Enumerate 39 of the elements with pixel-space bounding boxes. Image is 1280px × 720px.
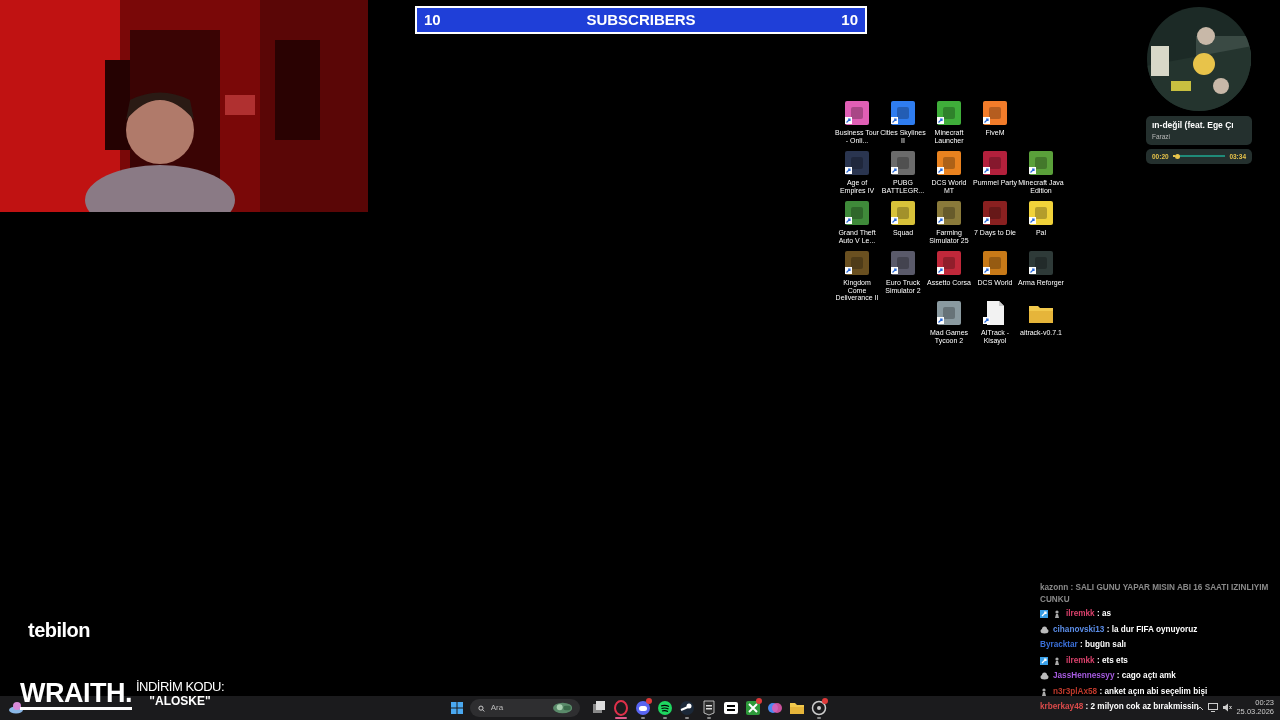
chat-message: cihanovski13 : la dur FIFA oynuyoruz [1053, 623, 1198, 636]
sub-badge-icon [1040, 655, 1049, 666]
discord-icon [635, 700, 651, 716]
xbox-icon [745, 700, 761, 716]
monitor-icon[interactable] [1208, 703, 1219, 712]
search-highlight-icon [552, 701, 572, 715]
chat-message: Byracktar : bugün salı [1040, 639, 1126, 651]
recorder-icon [811, 700, 827, 716]
pawn-badge-icon [1053, 609, 1062, 619]
spotify-icon [657, 700, 673, 716]
chat-message: n3r3plAx58 : anket açın abi seçelim bişi [1053, 685, 1208, 698]
steam-icon [679, 700, 695, 716]
search-bar[interactable]: Ara [470, 699, 580, 717]
chat-message: ilremkk : ets ets [1066, 654, 1128, 667]
subscriber-count: 10 [424, 9, 441, 30]
start-icon[interactable] [450, 701, 464, 715]
opera-icon [613, 700, 629, 716]
progress-thumb[interactable] [1174, 153, 1180, 159]
chat-message: kazonn : SALI GUNU YAPAR MISIN ABI 16 SAATI IZINLIYIM CUNKU [1040, 582, 1270, 606]
chat-message: JassHennessyy : cago açtı amk [1053, 670, 1176, 682]
folder-icon [789, 700, 805, 716]
cloud-badge-icon [1040, 671, 1049, 681]
pawn-badge-icon [1053, 655, 1062, 666]
search-field[interactable]: Ara [488, 701, 549, 715]
pawn-badge-icon [1040, 686, 1049, 697]
promo-code: "ALOSKE" [149, 694, 211, 708]
sub-badge-icon [1040, 609, 1049, 619]
song-title: ın-değil (feat. Ege Çı [1152, 119, 1235, 132]
mute-icon[interactable] [1222, 703, 1233, 712]
chat-message: krberkay48 : 2 milyon cok az bırakmissin [1040, 701, 1199, 713]
cloud-badge-icon [1040, 624, 1049, 635]
search-icon [478, 703, 485, 713]
task-view-icon [591, 700, 607, 716]
subscriber-title: SUBSCRIBERS [586, 9, 696, 30]
weather-icon [8, 700, 24, 714]
subscriber-goal: 10 [841, 9, 858, 30]
sponsor-logo: tebilon [28, 618, 91, 643]
promo-label: İNDİRİM KODU: [136, 680, 225, 694]
chat-message: ilremkk : as [1066, 608, 1112, 620]
